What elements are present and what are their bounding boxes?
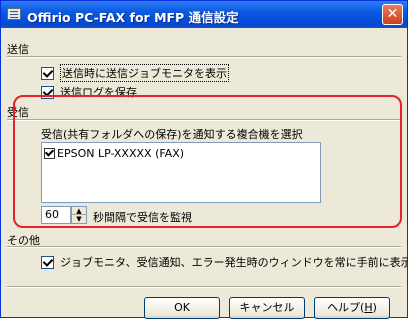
window-title: Offirio PC-FAX for MFP 通信設定: [27, 10, 239, 25]
spin-down-arrow-icon[interactable]: ▼: [72, 215, 86, 223]
device-list-item[interactable]: EPSON LP-XXXXX (FAX): [44, 147, 184, 160]
show-send-monitor-checkbox[interactable]: [41, 66, 54, 80]
help-button-suffix: ): [372, 301, 377, 314]
device-listbox[interactable]: EPSON LP-XXXXX (FAX): [41, 142, 321, 203]
button-separator: [7, 286, 401, 288]
show-send-monitor-label: 送信時に送信ジョブモニタを表示: [60, 64, 229, 82]
cancel-button[interactable]: キャンセル: [229, 297, 305, 319]
help-button-key: H: [364, 301, 373, 314]
always-front-checkbox[interactable]: [41, 255, 54, 269]
save-send-log-label: 送信ログを保存: [60, 86, 137, 99]
save-send-log-option[interactable]: 送信ログを保存: [41, 84, 137, 100]
select-device-label: 受信(共有フォルダへの保存)を通知する複合機を選択: [41, 128, 303, 141]
settings-dialog: Offirio PC-FAX for MFP 通信設定 ✕ 送信 送信時に送信ジ…: [0, 0, 408, 319]
other-separator: [7, 246, 401, 248]
receive-separator: [7, 119, 401, 121]
spin-up-arrow-icon[interactable]: ▲: [72, 207, 86, 215]
save-send-log-checkbox[interactable]: [41, 85, 54, 99]
help-button[interactable]: ヘルプ(H): [314, 297, 390, 319]
interval-spinner[interactable]: ▲ ▼: [71, 206, 87, 224]
interval-label: 秒間隔で受信を監視: [93, 211, 192, 224]
close-button[interactable]: ✕: [382, 4, 403, 25]
title-bar[interactable]: Offirio PC-FAX for MFP 通信設定 ✕: [1, 1, 407, 28]
device-checkbox[interactable]: [44, 148, 55, 159]
device-name: EPSON LP-XXXXX (FAX): [57, 147, 185, 160]
receive-section-label: 受信: [7, 106, 29, 119]
help-button-prefix: ヘルプ(: [327, 301, 365, 314]
ok-button[interactable]: OK: [144, 297, 220, 319]
interval-input[interactable]: 60: [41, 206, 71, 224]
window-app-icon: [7, 8, 21, 20]
always-front-label: ジョブモニタ、受信通知、エラー発生時のウィンドウを常に手前に表示: [60, 256, 408, 269]
send-section-label: 送信: [7, 43, 29, 56]
show-send-monitor-option[interactable]: 送信時に送信ジョブモニタを表示: [41, 64, 229, 82]
send-separator: [7, 56, 401, 58]
always-front-option[interactable]: ジョブモニタ、受信通知、エラー発生時のウィンドウを常に手前に表示: [41, 254, 408, 270]
